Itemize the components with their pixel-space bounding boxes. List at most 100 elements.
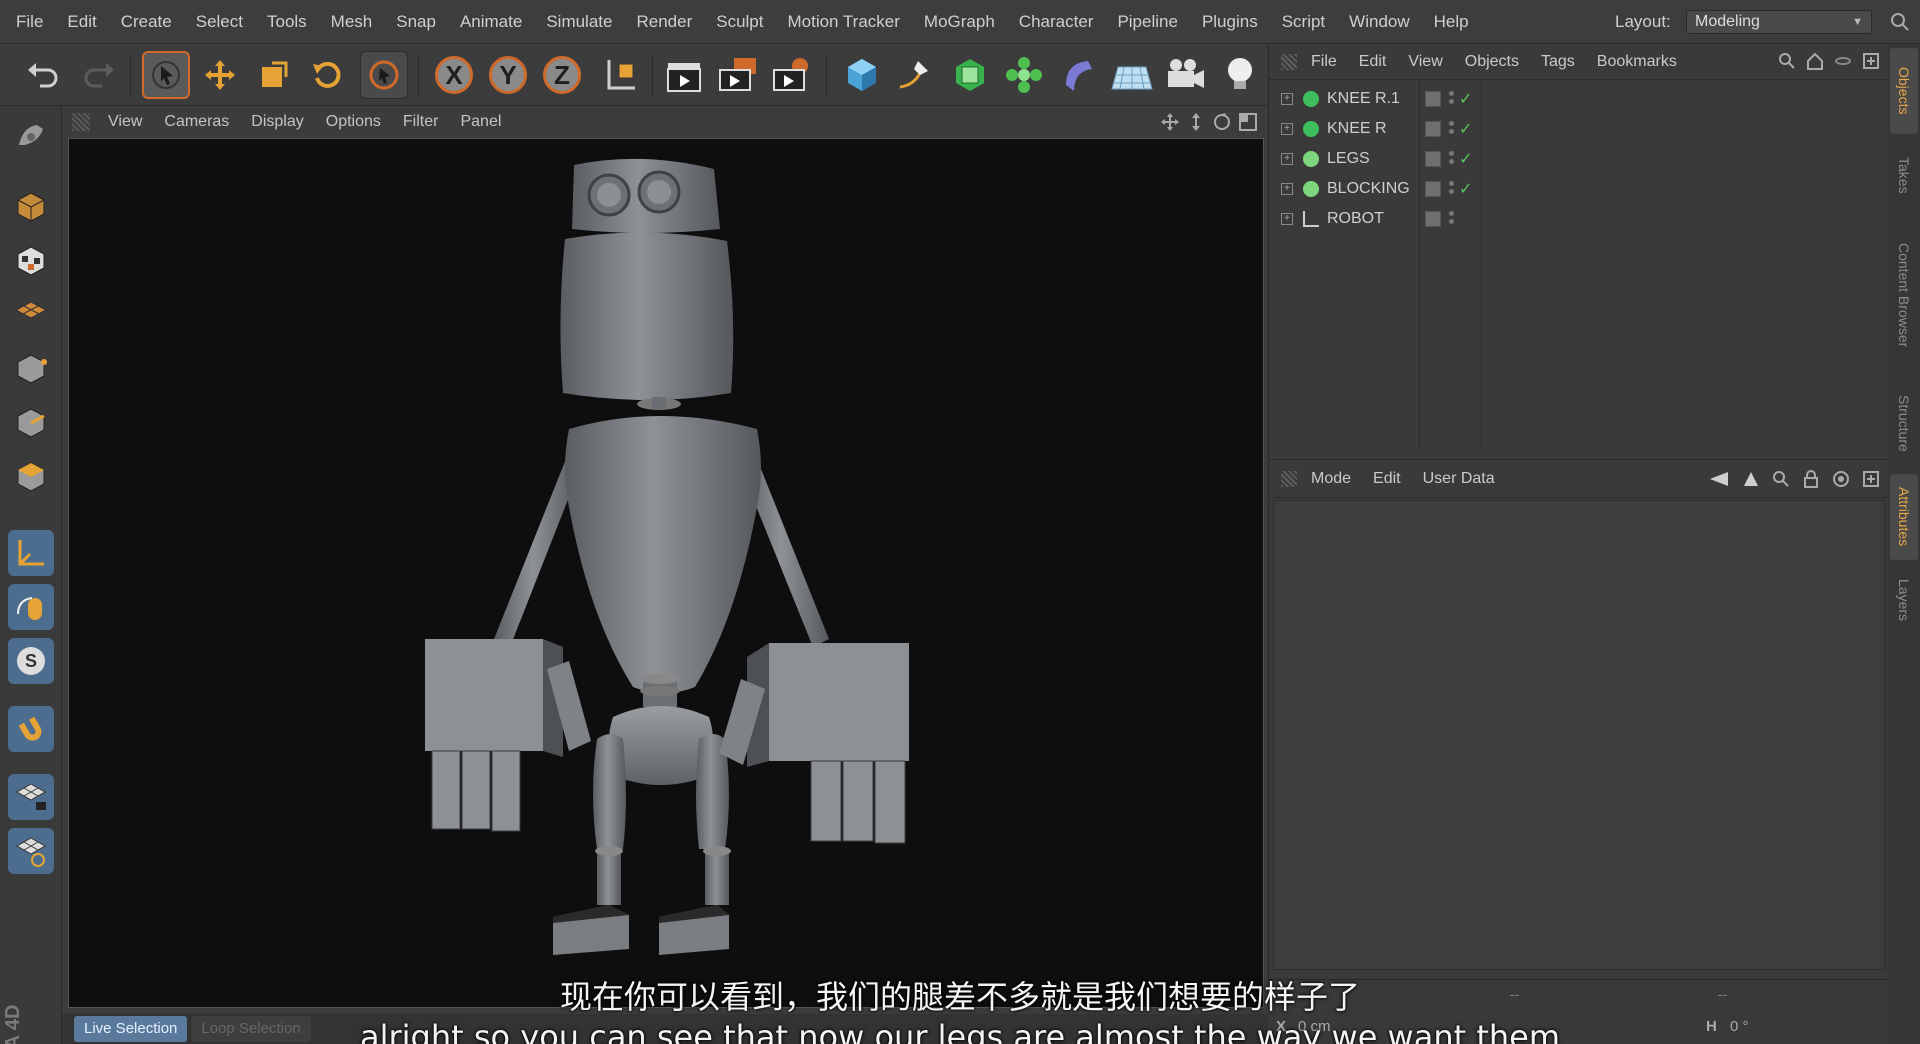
object-row[interactable]: + BLOCKING ✓	[1269, 174, 1889, 204]
add-generator-button[interactable]	[946, 51, 994, 99]
scale-tool-button[interactable]	[250, 51, 298, 99]
make-editable-button[interactable]	[8, 114, 54, 160]
z-axis-lock-button[interactable]: Z	[538, 51, 586, 99]
search-icon[interactable]	[1778, 52, 1796, 70]
side-tab-layers[interactable]: Layers	[1890, 570, 1918, 630]
viewport-menu-view[interactable]: View	[108, 113, 142, 131]
orbit-icon[interactable]	[1212, 112, 1232, 132]
workplane-mode-button[interactable]	[8, 290, 54, 336]
undo-button[interactable]	[20, 51, 68, 99]
visibility-dots-icon[interactable]	[1449, 181, 1455, 197]
menu-edit[interactable]: Edit	[55, 0, 108, 44]
render-settings-button[interactable]	[768, 51, 816, 99]
edges-mode-button[interactable]	[8, 400, 54, 446]
pan-icon[interactable]	[1160, 112, 1180, 132]
menu-animate[interactable]: Animate	[448, 0, 534, 44]
layer-tag-icon[interactable]	[1425, 151, 1441, 167]
new-window-icon[interactable]	[1862, 52, 1880, 70]
menu-render[interactable]: Render	[624, 0, 704, 44]
om-menu-tags[interactable]: Tags	[1541, 53, 1575, 71]
menu-sculpt[interactable]: Sculpt	[704, 0, 775, 44]
viewport-menu-panel[interactable]: Panel	[460, 113, 501, 131]
enabled-check-icon[interactable]: ✓	[1459, 179, 1472, 199]
grip-icon[interactable]	[1281, 53, 1297, 70]
object-name[interactable]: BLOCKING	[1327, 180, 1410, 198]
menu-script[interactable]: Script	[1270, 0, 1337, 44]
enabled-check-icon[interactable]: ✓	[1459, 119, 1472, 139]
side-tab-structure[interactable]: Structure	[1890, 380, 1918, 466]
new-window-icon[interactable]	[1862, 470, 1880, 488]
add-camera-button[interactable]	[1162, 51, 1210, 99]
y-axis-lock-button[interactable]: Y	[484, 51, 532, 99]
menu-window[interactable]: Window	[1337, 0, 1421, 44]
3d-viewport[interactable]	[68, 138, 1264, 1008]
side-tab-takes[interactable]: Takes	[1890, 140, 1918, 210]
recent-tool-button[interactable]	[360, 51, 408, 99]
object-name[interactable]: KNEE R	[1327, 120, 1387, 138]
tweak-mode-button[interactable]	[8, 584, 54, 630]
om-menu-objects[interactable]: Objects	[1465, 53, 1519, 71]
x-axis-lock-button[interactable]: X	[430, 51, 478, 99]
object-name[interactable]: ROBOT	[1327, 210, 1384, 228]
object-name[interactable]: LEGS	[1327, 150, 1370, 168]
layer-tag-icon[interactable]	[1425, 121, 1441, 137]
snapping-button[interactable]	[8, 706, 54, 752]
rotate-tool-button[interactable]	[304, 51, 352, 99]
maximize-view-icon[interactable]	[1238, 112, 1258, 132]
viewport-menu-display[interactable]: Display	[251, 113, 303, 131]
menu-character[interactable]: Character	[1007, 0, 1106, 44]
axis-mode-button[interactable]	[8, 530, 54, 576]
add-light-button[interactable]	[1216, 51, 1264, 99]
menu-mesh[interactable]: Mesh	[319, 0, 385, 44]
menu-simulate[interactable]: Simulate	[534, 0, 624, 44]
model-mode-button[interactable]	[8, 184, 54, 230]
points-mode-button[interactable]	[8, 346, 54, 392]
expand-icon[interactable]: +	[1281, 183, 1293, 195]
coordinate-system-button[interactable]	[596, 51, 644, 99]
menu-snap[interactable]: Snap	[384, 0, 448, 44]
menu-motion-tracker[interactable]: Motion Tracker	[775, 0, 911, 44]
object-row[interactable]: + KNEE R.1 ✓	[1269, 84, 1889, 114]
side-tab-objects[interactable]: Objects	[1890, 48, 1918, 134]
up-arrow-icon[interactable]	[1742, 470, 1760, 488]
search-icon[interactable]	[1888, 10, 1912, 34]
menu-help[interactable]: Help	[1422, 0, 1481, 44]
render-view-button[interactable]	[660, 51, 708, 99]
object-row[interactable]: + ROBOT	[1269, 204, 1889, 234]
solo-mode-button[interactable]: S	[8, 638, 54, 684]
add-spline-button[interactable]	[892, 51, 940, 99]
search-icon[interactable]	[1772, 470, 1790, 488]
side-tab-attributes[interactable]: Attributes	[1890, 474, 1918, 560]
lock-icon[interactable]	[1802, 470, 1820, 488]
expand-icon[interactable]: +	[1281, 93, 1293, 105]
home-icon[interactable]	[1806, 52, 1824, 70]
add-floor-button[interactable]	[1108, 51, 1156, 99]
menu-create[interactable]: Create	[109, 0, 184, 44]
render-to-picture-viewer-button[interactable]	[714, 51, 762, 99]
back-arrow-icon[interactable]	[1708, 470, 1730, 488]
menu-pipeline[interactable]: Pipeline	[1105, 0, 1190, 44]
visibility-dots-icon[interactable]	[1449, 211, 1455, 227]
expand-icon[interactable]: +	[1281, 153, 1293, 165]
object-row[interactable]: + LEGS ✓	[1269, 144, 1889, 174]
redo-button[interactable]	[74, 51, 122, 99]
link-icon[interactable]	[1834, 52, 1852, 70]
grip-icon[interactable]	[72, 113, 90, 131]
texture-mode-button[interactable]	[8, 238, 54, 284]
visibility-dots-icon[interactable]	[1449, 91, 1455, 107]
layout-dropdown[interactable]: Modeling ▼	[1686, 10, 1872, 34]
om-menu-file[interactable]: File	[1311, 53, 1337, 71]
am-menu-mode[interactable]: Mode	[1311, 470, 1351, 488]
am-menu-edit[interactable]: Edit	[1373, 470, 1401, 488]
add-cube-button[interactable]	[838, 51, 886, 99]
object-name[interactable]: KNEE R.1	[1327, 90, 1400, 108]
grip-icon[interactable]	[1281, 470, 1297, 487]
object-row[interactable]: + KNEE R ✓	[1269, 114, 1889, 144]
target-icon[interactable]	[1832, 470, 1850, 488]
enabled-check-icon[interactable]: ✓	[1459, 149, 1472, 169]
menu-tools[interactable]: Tools	[255, 0, 319, 44]
visibility-dots-icon[interactable]	[1449, 151, 1455, 167]
move-tool-button[interactable]	[196, 51, 244, 99]
om-menu-bookmarks[interactable]: Bookmarks	[1597, 53, 1677, 71]
expand-icon[interactable]: +	[1281, 213, 1293, 225]
